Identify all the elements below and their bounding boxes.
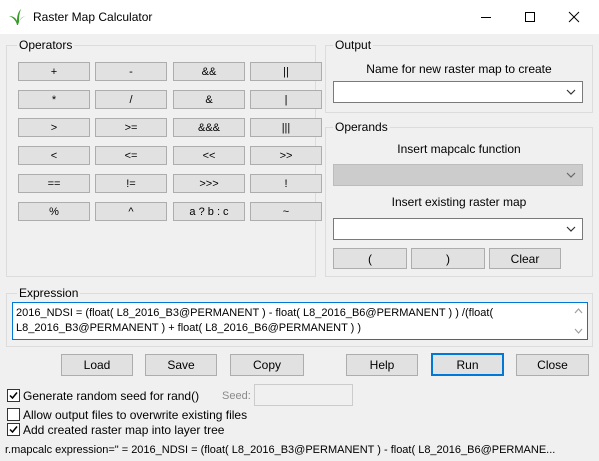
clear-button[interactable]: Clear bbox=[489, 248, 561, 269]
run-button[interactable]: Run bbox=[431, 353, 504, 376]
operands-title: Operands bbox=[333, 120, 390, 134]
output-title: Output bbox=[333, 38, 374, 52]
function-label: Insert mapcalc function bbox=[397, 142, 521, 156]
operator-plus-button[interactable]: + bbox=[18, 62, 90, 81]
operator-and-button[interactable]: && bbox=[173, 62, 245, 81]
open-paren-button[interactable]: ( bbox=[333, 248, 407, 269]
chevron-down-icon bbox=[566, 226, 576, 232]
seed-field-label: Seed: bbox=[222, 390, 251, 402]
save-button[interactable]: Save bbox=[145, 354, 217, 376]
window-title: Raster Map Calculator bbox=[33, 10, 153, 24]
operator-not-button[interactable]: ! bbox=[250, 174, 322, 193]
output-name-label: Name for new raster map to create bbox=[366, 62, 552, 76]
operator-left-shift-button[interactable]: << bbox=[173, 146, 245, 165]
operator-right-shift-button[interactable]: >> bbox=[250, 146, 322, 165]
operator-power-button[interactable]: ^ bbox=[95, 202, 167, 221]
expression-textarea[interactable]: 2016_NDSI = (float( L8_2016_B3@PERMANENT… bbox=[12, 302, 588, 340]
output-name-combobox[interactable] bbox=[333, 81, 583, 103]
scroll-up-icon bbox=[574, 308, 583, 314]
operator-unsigned-shift-button[interactable]: >>> bbox=[173, 174, 245, 193]
title-bar: Raster Map Calculator bbox=[0, 0, 599, 34]
chevron-down-icon bbox=[566, 89, 576, 95]
help-button[interactable]: Help bbox=[346, 354, 418, 376]
seed-checkbox[interactable] bbox=[7, 389, 20, 402]
seed-checkbox-label: Generate random seed for rand() bbox=[23, 389, 200, 403]
operator-less-equal-button[interactable]: <= bbox=[95, 146, 167, 165]
expression-scrollbar[interactable] bbox=[570, 303, 587, 339]
operator-and-null-button[interactable]: &&& bbox=[173, 118, 245, 137]
operators-title: Operators bbox=[17, 38, 75, 52]
expression-title: Expression bbox=[17, 286, 81, 300]
operator-equal-button[interactable]: == bbox=[18, 174, 90, 193]
overwrite-checkbox[interactable] bbox=[7, 408, 20, 421]
seed-input[interactable] bbox=[254, 384, 353, 406]
operator-greater-equal-button[interactable]: >= bbox=[95, 118, 167, 137]
close-icon bbox=[568, 11, 580, 23]
operator-modulo-button[interactable]: % bbox=[18, 202, 90, 221]
operator-bitwise-and-button[interactable]: & bbox=[173, 90, 245, 109]
operator-bitwise-or-button[interactable]: | bbox=[250, 90, 322, 109]
add-to-layer-tree-label: Add created raster map into layer tree bbox=[23, 423, 225, 437]
function-combobox[interactable] bbox=[333, 164, 583, 186]
operator-minus-button[interactable]: - bbox=[95, 62, 167, 81]
operator-divide-button[interactable]: / bbox=[95, 90, 167, 109]
checkmark-icon bbox=[9, 392, 18, 400]
operator-multiply-button[interactable]: * bbox=[18, 90, 90, 109]
checkmark-icon bbox=[9, 426, 18, 434]
maximize-icon bbox=[525, 12, 535, 22]
operator-greater-button[interactable]: > bbox=[18, 118, 90, 137]
expression-text: 2016_NDSI = (float( L8_2016_B3@PERMANENT… bbox=[16, 307, 497, 334]
operator-not-equal-button[interactable]: != bbox=[95, 174, 167, 193]
minimize-icon bbox=[481, 17, 491, 18]
maximize-button[interactable] bbox=[512, 0, 548, 34]
chevron-down-icon bbox=[566, 172, 576, 178]
status-command-text: r.mapcalc expression=" = 2016_NDSI = (fl… bbox=[5, 444, 556, 456]
minimize-button[interactable] bbox=[468, 0, 504, 34]
load-button[interactable]: Load bbox=[61, 354, 133, 376]
close-paren-button[interactable]: ) bbox=[411, 248, 485, 269]
raster-label: Insert existing raster map bbox=[391, 195, 527, 209]
close-button[interactable]: Close bbox=[516, 354, 589, 376]
grass-leaf-icon bbox=[8, 8, 26, 26]
close-window-button[interactable] bbox=[556, 0, 592, 34]
scroll-down-icon bbox=[574, 328, 583, 334]
operator-conditional-button[interactable]: a ? b : c bbox=[173, 202, 245, 221]
operator-bitwise-not-button[interactable]: ~ bbox=[250, 202, 322, 221]
operator-or-null-button[interactable]: ||| bbox=[250, 118, 322, 137]
operator-or-button[interactable]: || bbox=[250, 62, 322, 81]
status-bar: r.mapcalc expression=" = 2016_NDSI = (fl… bbox=[0, 440, 599, 461]
raster-combobox[interactable] bbox=[333, 218, 583, 240]
overwrite-checkbox-label: Allow output files to overwrite existing… bbox=[23, 408, 248, 422]
copy-button[interactable]: Copy bbox=[230, 354, 304, 376]
operator-less-button[interactable]: < bbox=[18, 146, 90, 165]
add-to-layer-tree-checkbox[interactable] bbox=[7, 423, 20, 436]
